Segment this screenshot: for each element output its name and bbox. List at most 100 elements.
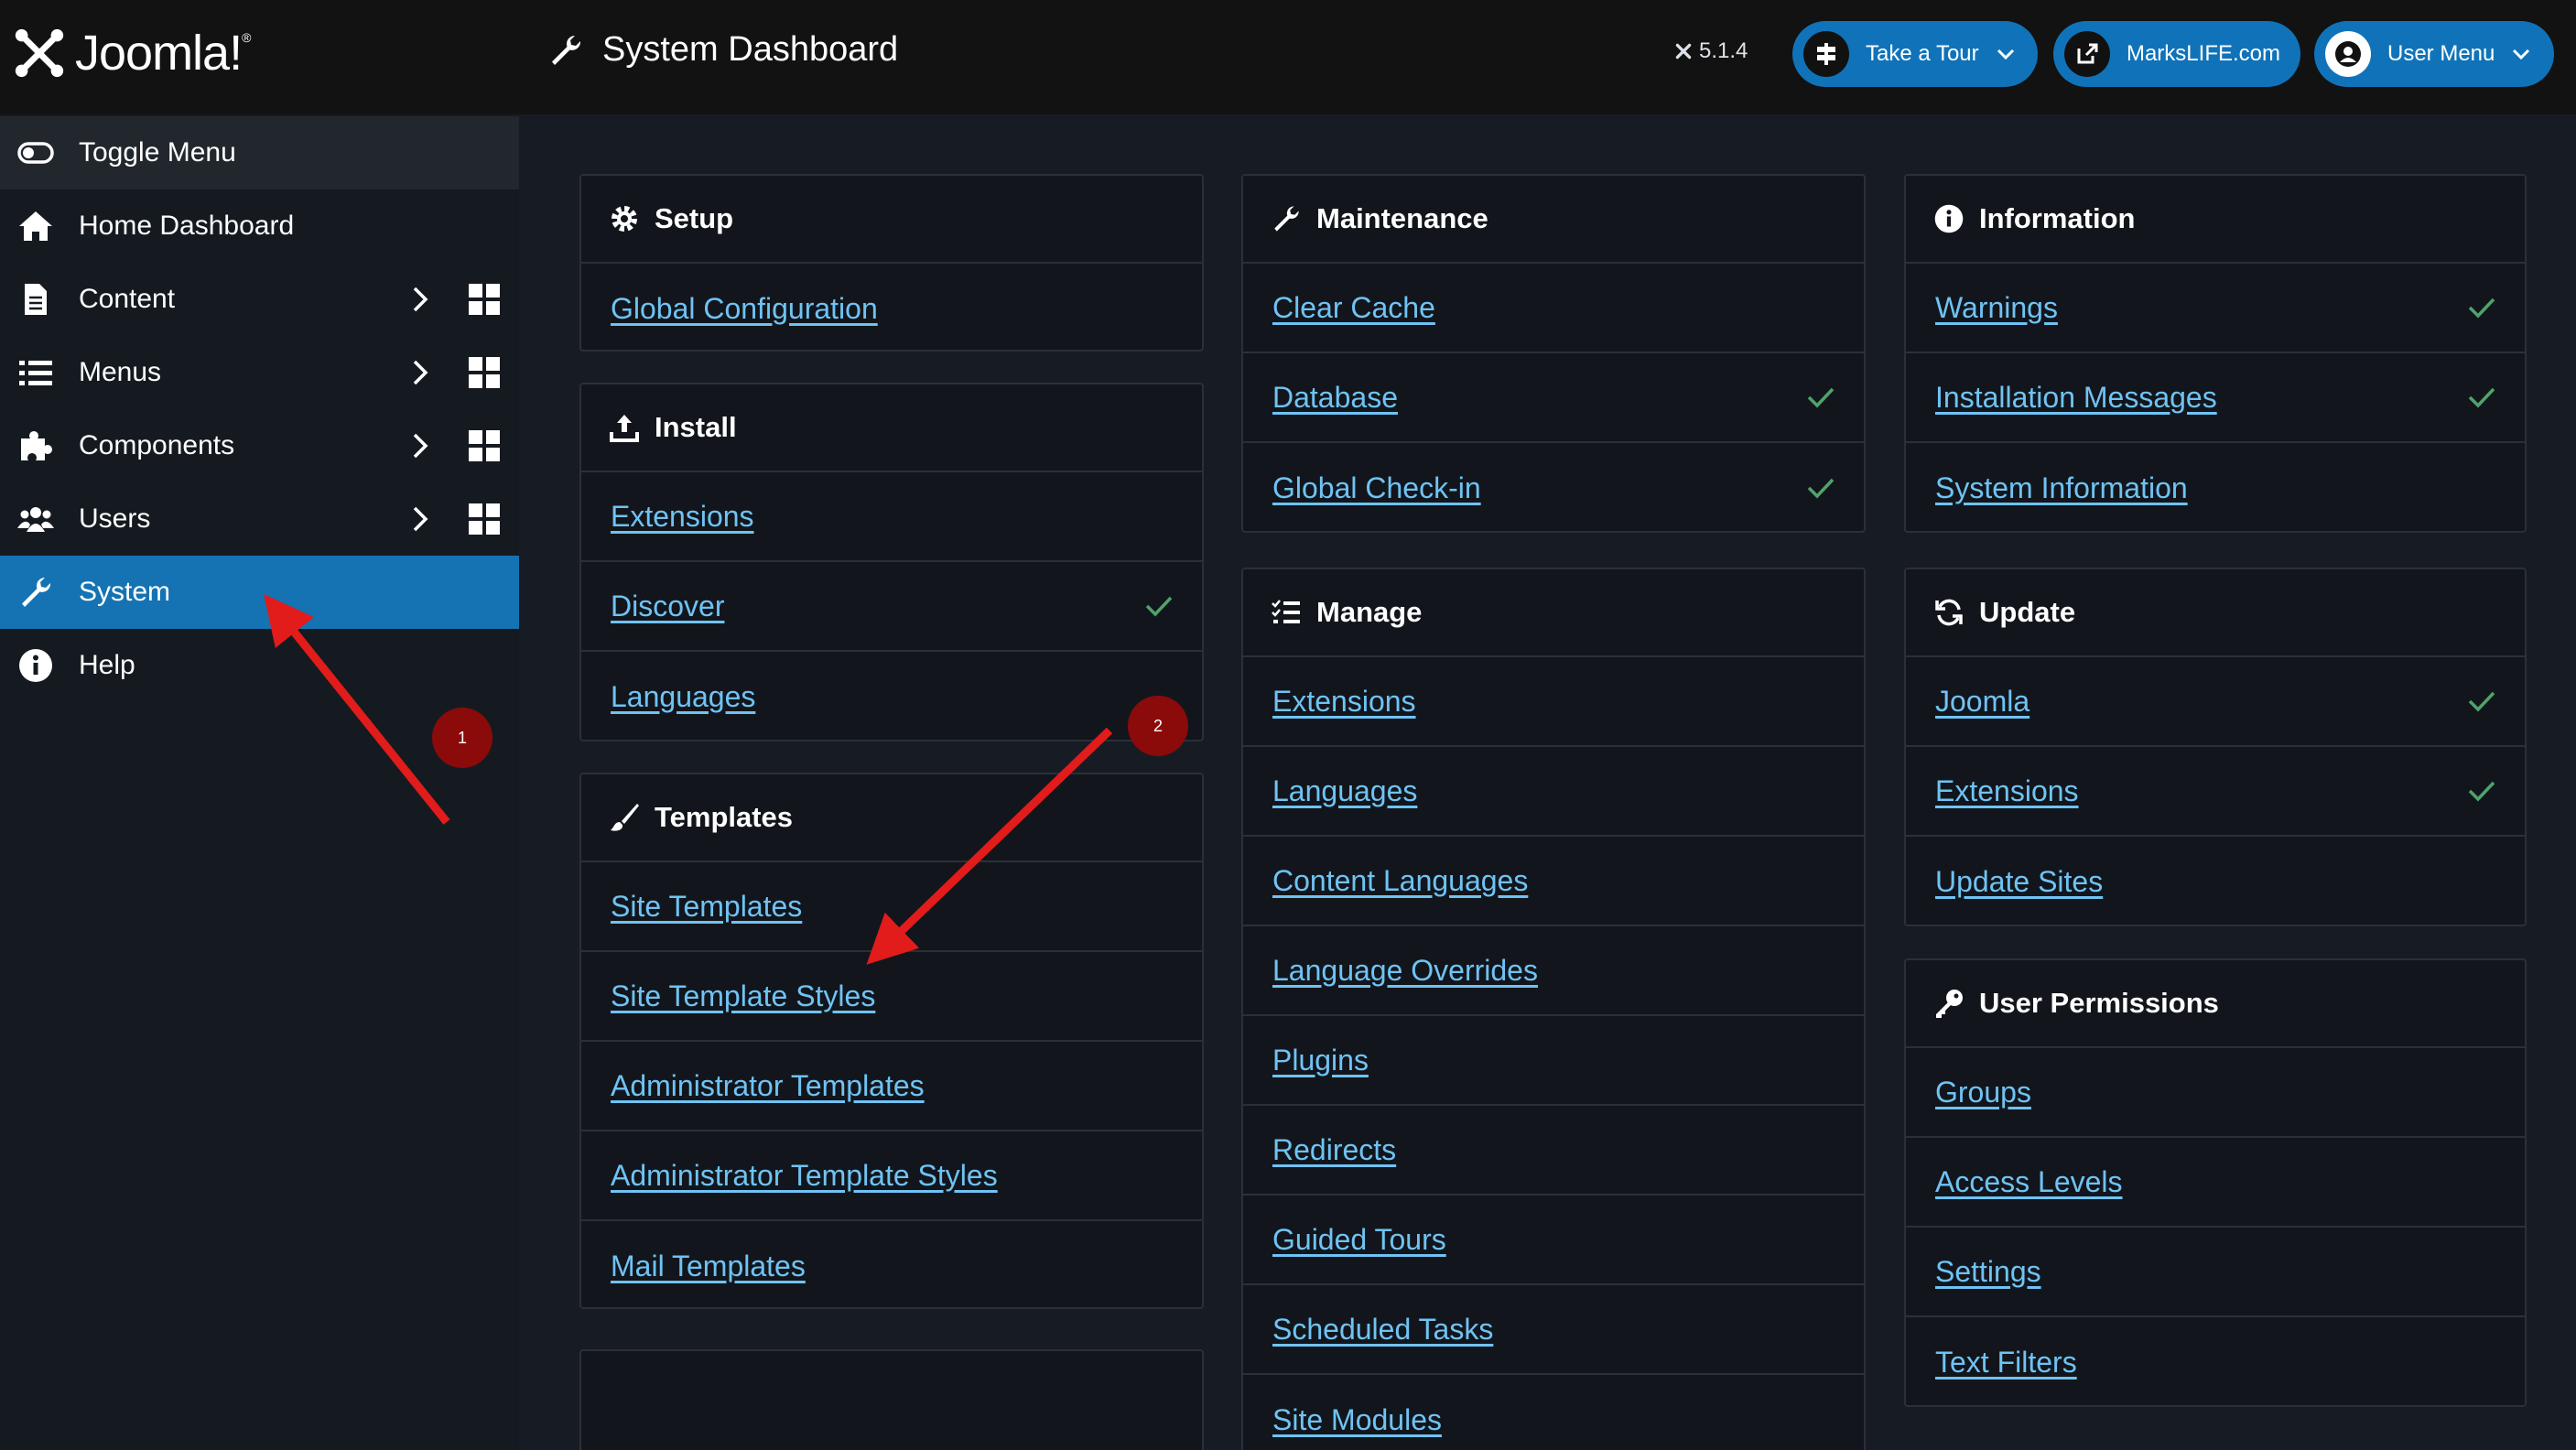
card-title: Templates (655, 801, 794, 833)
setup-card: Setup Global Configuration (579, 174, 1204, 352)
joomla-logo[interactable]: Joomla!® (11, 24, 251, 82)
link-extensions[interactable]: Extensions (1935, 774, 2079, 808)
chevron-right-icon[interactable] (406, 359, 434, 386)
brand-name: Joomla!® (75, 26, 251, 81)
link-global-configuration[interactable]: Global Configuration (611, 292, 878, 326)
update-card: Update Joomla Extensions Update Sites (1904, 568, 2527, 926)
link-update-sites[interactable]: Update Sites (1935, 865, 2103, 899)
link-site-modules[interactable]: Site Modules (1272, 1403, 1442, 1437)
link-languages[interactable]: Languages (1272, 774, 1417, 808)
link-discover[interactable]: Discover (611, 590, 724, 623)
dashboard-grid-icon[interactable] (469, 284, 500, 315)
users-icon (16, 500, 55, 538)
version-info: 5.1.4 (1673, 38, 1748, 64)
take-a-tour-label: Take a Tour (1866, 41, 1979, 66)
user-avatar-icon (2325, 31, 2371, 77)
list-item: Warnings (1906, 264, 2525, 353)
card-title: Manage (1316, 596, 1423, 628)
link-redirects[interactable]: Redirects (1272, 1133, 1396, 1167)
trademark-mark: ® (242, 30, 251, 45)
sidebar-item-system[interactable]: System (0, 556, 519, 629)
link-clear-cache[interactable]: Clear Cache (1272, 291, 1435, 325)
list-item: Guided Tours (1243, 1196, 1864, 1285)
check-icon (2468, 298, 2495, 319)
link-extensions[interactable]: Extensions (611, 500, 754, 534)
link-groups[interactable]: Groups (1935, 1076, 2031, 1109)
link-system-information[interactable]: System Information (1935, 471, 2188, 505)
joomla-small-icon (1675, 43, 1692, 60)
link-mail-templates[interactable]: Mail Templates (611, 1250, 806, 1283)
chevron-right-icon[interactable] (406, 505, 434, 533)
wrench-icon (16, 573, 55, 611)
sidebar-item-users[interactable]: Users (0, 482, 519, 556)
manage-card: Manage Extensions Languages Content Lang… (1241, 568, 1866, 1450)
dashboard-grid-icon[interactable] (469, 357, 500, 388)
sidebar-item-content[interactable]: Content (0, 263, 519, 336)
toggle-icon (16, 134, 55, 172)
list-check-icon (1272, 600, 1300, 623)
list-icon (16, 353, 55, 392)
joomla-logo-icon (15, 28, 64, 78)
external-link-icon (2064, 31, 2110, 77)
info-icon (1934, 204, 1964, 233)
link-database[interactable]: Database (1272, 381, 1398, 415)
sidebar-item-toggle-menu[interactable]: Toggle Menu (0, 116, 519, 189)
annotation-badge-1: 1 (432, 708, 492, 768)
link-text-filters[interactable]: Text Filters (1935, 1346, 2077, 1380)
check-icon (1145, 596, 1173, 617)
card-header: Manage (1243, 569, 1864, 657)
list-item: Discover (581, 562, 1202, 652)
sidebar-item-help[interactable]: Help (0, 629, 519, 702)
link-site-template-styles[interactable]: Site Template Styles (611, 979, 875, 1013)
sidebar-item-label: Home Dashboard (79, 211, 295, 241)
link-site-templates[interactable]: Site Templates (611, 890, 802, 924)
user-menu-label: User Menu (2387, 41, 2495, 66)
maintenance-card: Maintenance Clear Cache Database Global … (1241, 174, 1866, 533)
page-title: System Dashboard (547, 30, 898, 70)
link-warnings[interactable]: Warnings (1935, 291, 2058, 325)
card-header: Setup (581, 176, 1202, 264)
sidebar-item-home-dashboard[interactable]: Home Dashboard (0, 189, 519, 263)
link-scheduled-tasks[interactable]: Scheduled Tasks (1272, 1313, 1493, 1347)
chevron-right-icon[interactable] (406, 432, 434, 460)
link-extensions[interactable]: Extensions (1272, 685, 1416, 719)
wrench-icon (552, 35, 581, 65)
check-icon (1807, 387, 1835, 408)
sidebar-item-menus[interactable]: Menus (0, 336, 519, 409)
link-settings[interactable]: Settings (1935, 1255, 2041, 1289)
user-menu-button[interactable]: User Menu (2314, 21, 2554, 87)
site-link-button[interactable]: MarksLIFE.com (2053, 21, 2300, 87)
link-administrator-templates[interactable]: Administrator Templates (611, 1069, 925, 1103)
card-header: Maintenance (1243, 176, 1864, 264)
list-item: Redirects (1243, 1106, 1864, 1196)
take-a-tour-button[interactable]: Take a Tour (1792, 21, 2038, 87)
link-installation-messages[interactable]: Installation Messages (1935, 381, 2217, 415)
list-item: Clear Cache (1243, 264, 1864, 353)
link-plugins[interactable]: Plugins (1272, 1044, 1369, 1077)
link-content-languages[interactable]: Content Languages (1272, 864, 1528, 898)
chevron-right-icon[interactable] (406, 286, 434, 313)
sidebar-item-label: Toggle Menu (79, 137, 236, 168)
dashboard-grid-icon[interactable] (469, 503, 500, 535)
sidebar-item-components[interactable]: Components (0, 409, 519, 482)
link-access-levels[interactable]: Access Levels (1935, 1165, 2123, 1199)
check-icon (2468, 691, 2495, 712)
dashboard-grid-icon[interactable] (469, 430, 500, 461)
link-language-overrides[interactable]: Language Overrides (1272, 954, 1538, 988)
home-icon (16, 207, 55, 245)
list-item: Languages (581, 652, 1202, 741)
link-administrator-template-styles[interactable]: Administrator Template Styles (611, 1159, 998, 1193)
list-item: Extensions (1243, 657, 1864, 747)
link-global-check-in[interactable]: Global Check-in (1272, 471, 1481, 505)
card-header: Templates (581, 774, 1202, 862)
list-item: Site Modules (1243, 1375, 1864, 1450)
wrench-icon (1274, 206, 1299, 232)
list-item: Update Sites (1906, 837, 2525, 926)
list-item: System Information (1906, 443, 2525, 533)
sidebar-item-label: System (79, 577, 171, 607)
link-languages[interactable]: Languages (611, 680, 755, 714)
link-joomla[interactable]: Joomla (1935, 685, 2029, 719)
card-title: Information (1979, 202, 2136, 234)
card-title: Update (1979, 596, 2076, 628)
link-guided-tours[interactable]: Guided Tours (1272, 1223, 1446, 1257)
